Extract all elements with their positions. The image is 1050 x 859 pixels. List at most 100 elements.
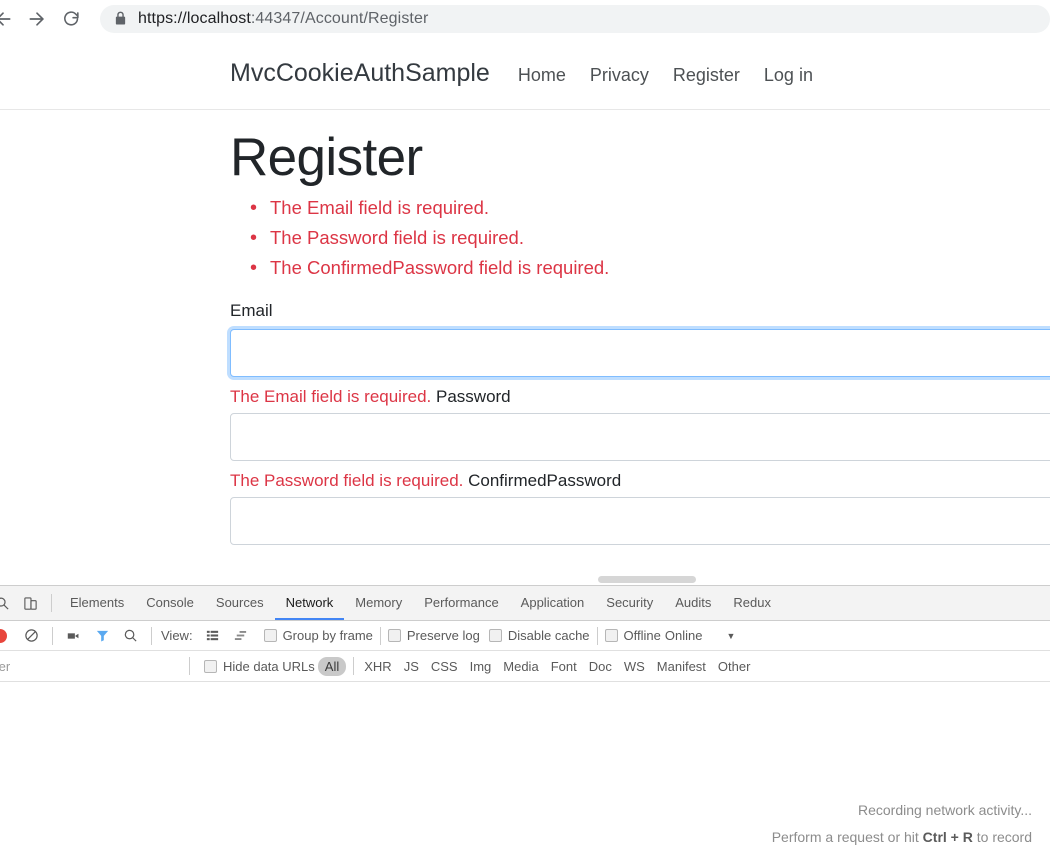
- forward-arrow-icon[interactable]: [20, 2, 54, 36]
- waterfall-view-icon[interactable]: [227, 623, 255, 649]
- inspect-element-icon[interactable]: [0, 590, 16, 616]
- filter-type-media[interactable]: Media: [497, 659, 544, 674]
- view-label: View:: [161, 628, 193, 643]
- confirmed-password-input[interactable]: [230, 496, 1050, 545]
- recording-hint: Perform a request or hit Ctrl + R to rec…: [772, 824, 1032, 851]
- network-toolbar: View: Group by frame Preserve log Disabl…: [0, 621, 1050, 651]
- filter-type-css[interactable]: CSS: [425, 659, 464, 674]
- tab-elements[interactable]: Elements: [59, 586, 135, 620]
- address-bar[interactable]: https://localhost:44347/Account/Register: [100, 4, 1050, 33]
- device-toolbar-icon[interactable]: [16, 590, 44, 616]
- filter-type-font[interactable]: Font: [545, 659, 583, 674]
- page-title: Register: [230, 128, 423, 187]
- hide-data-urls-row[interactable]: Hide data URLs: [204, 659, 315, 674]
- tab-console[interactable]: Console: [135, 586, 205, 620]
- tab-security[interactable]: Security: [595, 586, 664, 620]
- email-input[interactable]: [230, 328, 1050, 377]
- recording-hint-shortcut: Ctrl + R: [922, 829, 973, 845]
- url-scheme-host: https://localhost: [138, 9, 251, 27]
- url-path: :44347/Account/Register: [250, 9, 429, 27]
- nav-link-privacy[interactable]: Privacy: [590, 65, 649, 86]
- camera-icon[interactable]: [60, 623, 88, 649]
- preserve-log-checkbox[interactable]: [387, 629, 401, 642]
- group-by-frame-row[interactable]: Group by frame: [263, 628, 373, 643]
- disable-cache-checkbox[interactable]: [488, 629, 502, 642]
- devtools-tabbar: Elements Console Sources Network Memory …: [0, 586, 1050, 621]
- back-arrow-icon[interactable]: [0, 2, 20, 36]
- offline-label: Offline: [623, 628, 661, 643]
- browser-toolbar: https://localhost:44347/Account/Register: [0, 0, 1050, 38]
- password-error: The Password field is required.: [230, 470, 464, 490]
- filter-type-other[interactable]: Other: [712, 659, 757, 674]
- toolbar-divider: [353, 657, 355, 675]
- network-filterbar: Hide data URLs All XHR JS CSS Img Media …: [0, 651, 1050, 682]
- network-request-list: Recording network activity... Perform a …: [0, 682, 1050, 858]
- site-nav-links: Home Privacy Register Log in: [518, 65, 813, 86]
- toolbar-divider: [189, 657, 190, 675]
- filter-type-xhr[interactable]: XHR: [358, 659, 397, 674]
- filter-type-doc[interactable]: Doc: [583, 659, 618, 674]
- scrollbar-thumb[interactable]: [598, 576, 696, 583]
- email-error-row: The Email field is required. Password: [230, 387, 1050, 407]
- toolbar-divider: [596, 626, 598, 645]
- group-by-frame-checkbox[interactable]: [263, 629, 277, 642]
- email-label: Email: [230, 300, 273, 320]
- group-by-frame-label: Group by frame: [282, 628, 373, 643]
- page-horizontal-scrollbar[interactable]: [0, 574, 1050, 585]
- validation-summary-item: The Email field is required.: [250, 193, 1050, 223]
- record-button-icon[interactable]: [0, 628, 7, 643]
- preserve-log-row[interactable]: Preserve log: [387, 628, 480, 643]
- network-empty-state: Recording network activity... Perform a …: [772, 797, 1032, 851]
- site-navbar: MvcCookieAuthSample Home Privacy Registe…: [0, 37, 1050, 110]
- reload-icon[interactable]: [54, 2, 88, 36]
- password-label: Password: [436, 386, 511, 406]
- nav-link-home[interactable]: Home: [518, 65, 566, 86]
- filter-type-all[interactable]: All: [317, 656, 347, 676]
- tab-network[interactable]: Network: [274, 586, 345, 620]
- toolbar-divider: [52, 626, 53, 645]
- clear-icon[interactable]: [17, 623, 45, 649]
- offline-checkbox[interactable]: [604, 629, 618, 642]
- tab-performance[interactable]: Performance: [413, 586, 509, 620]
- tab-application[interactable]: Application: [510, 586, 596, 620]
- filter-input[interactable]: [0, 657, 181, 675]
- site-brand[interactable]: MvcCookieAuthSample: [230, 59, 490, 88]
- filter-type-manifest[interactable]: Manifest: [651, 659, 712, 674]
- recording-hint-post: to record: [972, 829, 1032, 845]
- hide-data-urls-checkbox[interactable]: [204, 659, 217, 673]
- offline-row[interactable]: Offline: [604, 628, 661, 643]
- recording-hint-pre: Perform a request or hit: [771, 829, 923, 845]
- funnel-icon[interactable]: [88, 623, 116, 649]
- confirmed-password-label: ConfirmedPassword: [468, 470, 622, 490]
- password-input[interactable]: [230, 412, 1050, 461]
- validation-summary-item: The ConfirmedPassword field is required.: [250, 253, 1050, 283]
- validation-summary-item: The Password field is required.: [250, 223, 1050, 253]
- filter-type-ws[interactable]: WS: [618, 659, 651, 674]
- page-content: Register The Email field is required. Th…: [0, 110, 1050, 545]
- web-page: MvcCookieAuthSample Home Privacy Registe…: [0, 37, 1050, 585]
- list-view-icon[interactable]: [199, 623, 227, 649]
- tab-sources[interactable]: Sources: [205, 586, 275, 620]
- recording-status: Recording network activity...: [857, 802, 1032, 818]
- throttling-value[interactable]: Online: [665, 628, 703, 643]
- tab-memory[interactable]: Memory: [344, 586, 413, 620]
- password-error-row: The Password field is required. Confirme…: [230, 471, 1050, 491]
- toolbar-divider: [51, 594, 52, 612]
- toolbar-divider: [379, 626, 381, 645]
- disable-cache-row[interactable]: Disable cache: [488, 628, 590, 643]
- nav-link-register[interactable]: Register: [673, 65, 740, 86]
- filter-type-img[interactable]: Img: [464, 659, 498, 674]
- validation-summary: The Email field is required. The Passwor…: [230, 193, 1050, 283]
- search-icon[interactable]: [116, 623, 144, 649]
- hide-data-urls-label: Hide data URLs: [223, 658, 315, 674]
- devtools-panel: Elements Console Sources Network Memory …: [0, 585, 1050, 859]
- lock-icon: [115, 11, 126, 25]
- tab-redux[interactable]: Redux: [722, 586, 782, 620]
- url-text: https://localhost:44347/Account/Register: [138, 10, 428, 28]
- tab-audits[interactable]: Audits: [664, 586, 722, 620]
- nav-link-login[interactable]: Log in: [764, 65, 813, 86]
- filter-type-js[interactable]: JS: [398, 659, 425, 674]
- chevron-down-icon[interactable]: ▼: [726, 631, 735, 641]
- email-error: The Email field is required.: [230, 386, 432, 406]
- disable-cache-label: Disable cache: [507, 628, 590, 643]
